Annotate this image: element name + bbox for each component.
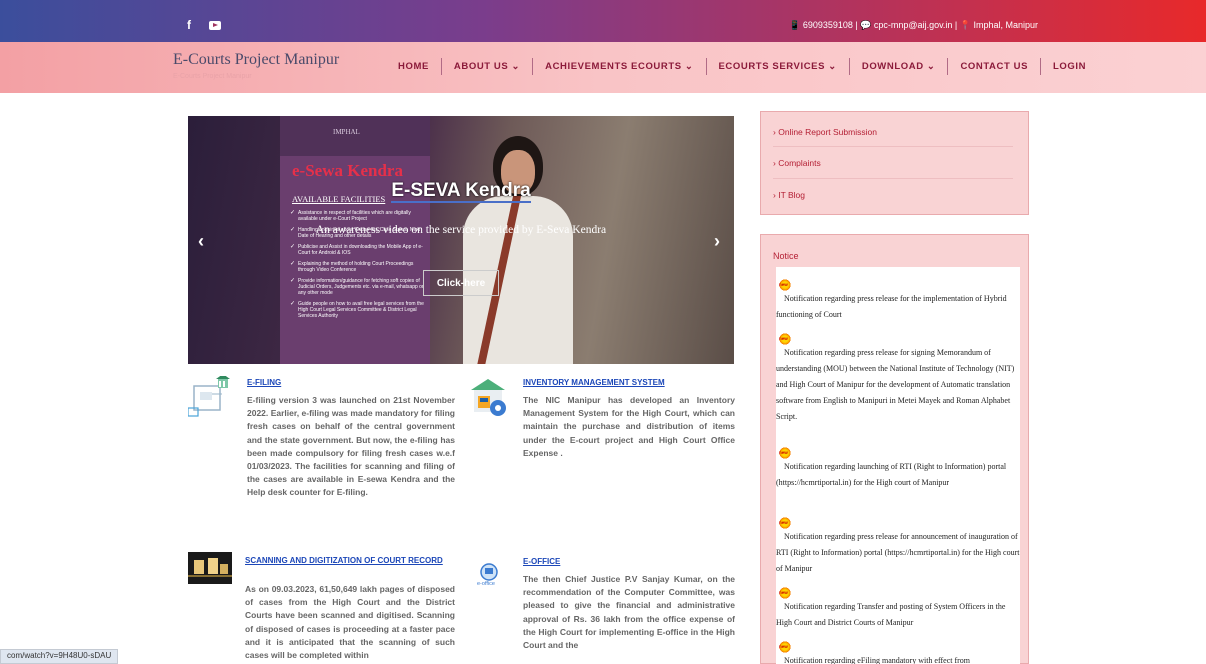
e-filing-title[interactable]: E-FILING [247,378,281,387]
top-bar: f 📱 6909359108 | 💬 cpc-mnp@aij.gov.in | … [0,0,1206,42]
notice-item-text[interactable]: Notification regarding press release for… [776,345,1020,425]
new-badge-icon [778,447,792,459]
e-filing-icon [187,374,236,420]
notice-item[interactable]: Notification regarding press release for… [776,279,1020,323]
poster-list-item: Assistance in respect of facilities whic… [290,210,425,222]
nav-item-about-us[interactable]: ABOUT US ⌄ [442,58,534,75]
slider-title: E-SEVA Kendra [188,180,734,203]
e-office-icon-label: e-office [477,581,495,587]
e-office-icon: e-office [472,562,506,590]
notice-heading: Notice [773,251,799,261]
notice-item[interactable]: Notification regarding press release for… [776,333,1020,425]
divider [773,146,1013,147]
e-office-title[interactable]: E-OFFICE [523,557,560,566]
poster-list-item: Publicise and Assist in downloading the … [290,244,425,256]
new-badge-icon [778,587,792,599]
facebook-icon[interactable]: f [180,16,198,34]
sidebar-link-label: IT Blog [778,190,805,200]
slider-prev-icon[interactable]: ‹ [198,231,204,252]
main-navbar: E-Courts Project Manipur E-Courts Projec… [0,42,1206,93]
e-filing-text: E-filing version 3 was launched on 21st … [247,395,455,498]
poster-list-item: Provide information/guidance for fetchin… [290,278,425,296]
new-badge-icon [778,517,792,529]
notice-panel: Notice Notification regarding press rele… [760,234,1029,664]
contact-info: 📱 6909359108 | 💬 cpc-mnp@aij.gov.in | 📍 … [789,20,1038,30]
nav-item-ecourts-services[interactable]: ECOURTS SERVICES ⌄ [707,58,850,75]
sidebar-link-label: Complaints [778,158,821,168]
video-slider[interactable]: IMPHAL e-Sewa Kendra AVAILABLE FACILITIE… [188,116,734,364]
new-badge-icon [778,641,792,653]
nav-item-contact-us[interactable]: CONTACT US [948,58,1042,75]
presenter-image [443,136,593,364]
notice-item[interactable]: Notification regarding eFiling mandatory… [776,641,1020,664]
notice-scroller[interactable]: Notification regarding press release for… [776,267,1020,664]
nav-item-home[interactable]: HOME [386,58,442,75]
slider-subtitle: An awareness video on the service provid… [315,224,607,236]
nav-item-download[interactable]: DOWNLOAD ⌄ [850,58,949,75]
nav-item-achievements[interactable]: ACHIEVEMENTS ECOURTS ⌄ [533,58,707,75]
notice-item[interactable]: Notification regarding press release for… [776,517,1020,577]
poster-list-item: Guide people on how to avail free legal … [290,301,425,319]
inventory-title[interactable]: INVENTORY MANAGEMENT SYSTEM [523,378,665,387]
notice-item[interactable]: Notification regarding launching of RTI … [776,447,1020,491]
notice-item-text[interactable]: Notification regarding eFiling mandatory… [776,653,1020,664]
youtube-icon[interactable] [206,16,224,34]
notice-item-text[interactable]: Notification regarding press release for… [776,529,1020,577]
notice-item-text[interactable]: Notification regarding press release for… [776,291,1020,323]
click-here-button[interactable]: Click-here [423,270,499,296]
nav-menu: HOME ABOUT US ⌄ ACHIEVEMENTS ECOURTS ⌄ E… [386,58,1098,75]
new-badge-icon [778,333,792,345]
scanning-text: As on 09.03.2023, 61,50,649 lakh pages o… [245,584,455,661]
slider-title-text: E-SEVA Kendra [391,180,531,203]
site-brand[interactable]: E-Courts Project Manipur [173,51,339,69]
new-badge-icon [778,279,792,291]
quick-links-panel: › Online Report Submission › Complaints … [760,111,1029,215]
esewa-poster: IMPHAL e-Sewa Kendra AVAILABLE FACILITIE… [280,116,430,364]
sidebar-link-it-blog[interactable]: › IT Blog [773,190,805,200]
notice-item-text[interactable]: Notification regarding Transfer and post… [776,599,1020,631]
e-office-text: The then Chief Justice P.V Sanjay Kumar,… [523,574,735,651]
nav-item-login[interactable]: LOGIN [1041,58,1098,75]
sidebar-link-label: Online Report Submission [778,127,877,137]
sidebar-link-complaints[interactable]: › Complaints [773,158,821,168]
scanning-icon [188,552,232,584]
poster-title: e-Sewa Kendra [292,161,403,180]
browser-status-url: com/watch?v=9H48U0-sDAU [0,649,119,664]
site-brand-subtitle: E-Courts Project Manipur [173,73,252,80]
slider-next-icon[interactable]: › [714,231,720,252]
inventory-text: The NIC Manipur has developed an Invento… [523,395,735,458]
divider [773,178,1013,179]
inventory-icon [468,376,510,418]
notice-item-text[interactable]: Notification regarding launching of RTI … [776,459,1020,491]
notice-item[interactable]: Notification regarding Transfer and post… [776,587,1020,631]
poster-list-item: Explaining the method of holding Court P… [290,261,425,273]
scanning-title[interactable]: SCANNING AND DIGITIZATION OF COURT RECOR… [245,556,455,565]
sidebar-link-online-report[interactable]: › Online Report Submission [773,127,877,137]
poster-location: IMPHAL [333,128,360,136]
